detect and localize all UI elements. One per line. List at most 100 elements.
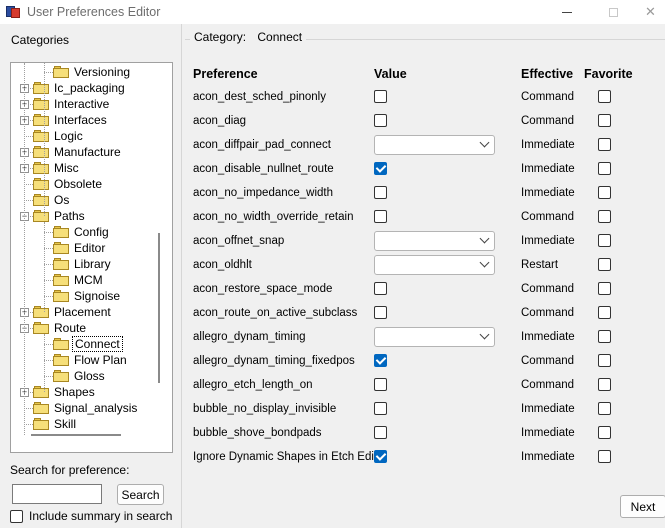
effective-value: Immediate — [521, 163, 575, 175]
tree-connector — [44, 280, 53, 281]
tree-connector — [44, 360, 53, 361]
tree-item-os[interactable]: Os — [33, 192, 71, 208]
favorite-checkbox[interactable] — [598, 306, 611, 319]
tree-connector — [44, 248, 53, 249]
tree-item-editor[interactable]: Editor — [53, 240, 107, 256]
tree-item-skill[interactable]: Skill — [33, 416, 78, 432]
effective-value: Immediate — [521, 427, 575, 439]
favorite-checkbox[interactable] — [598, 258, 611, 271]
preference-name: bubble_shove_bondpads — [193, 427, 322, 439]
tree-item-versioning[interactable]: Versioning — [53, 64, 132, 80]
preference-row: acon_dest_sched_pinonly Command — [185, 86, 665, 110]
value-checkbox[interactable] — [374, 210, 387, 223]
favorite-checkbox[interactable] — [598, 90, 611, 103]
value-checkbox[interactable] — [374, 282, 387, 295]
favorite-checkbox[interactable] — [598, 186, 611, 199]
tree-item-mcm[interactable]: MCM — [53, 272, 105, 288]
favorite-checkbox[interactable] — [598, 234, 611, 247]
favorite-checkbox[interactable] — [598, 210, 611, 223]
value-checkbox[interactable] — [374, 450, 387, 463]
favorite-checkbox[interactable] — [598, 114, 611, 127]
search-input[interactable] — [12, 484, 102, 504]
tree-item-library[interactable]: Library — [53, 256, 113, 272]
close-button[interactable]: ✕ — [636, 0, 665, 24]
tree-horizontal-scrollbar[interactable] — [31, 434, 121, 436]
favorite-checkbox[interactable] — [598, 138, 611, 151]
chevron-down-icon — [479, 329, 490, 340]
folder-icon — [33, 386, 49, 398]
chevron-down-icon — [479, 257, 490, 268]
value-checkbox[interactable] — [374, 378, 387, 391]
preference-row: bubble_shove_bondpads Immediate — [185, 422, 665, 446]
column-header-favorite: Favorite — [584, 67, 633, 81]
value-dropdown[interactable] — [374, 327, 495, 347]
tree-item-ic-packaging[interactable]: Ic_packaging — [33, 80, 127, 96]
category-tree[interactable]: Versioning Ic_packaging + Interactive + Inter… — [10, 62, 173, 453]
tree-item-paths[interactable]: Paths — [33, 208, 87, 224]
value-checkbox[interactable] — [374, 402, 387, 415]
minimize-button[interactable] — [544, 0, 590, 24]
preference-row: acon_offnet_snap Immediate — [185, 230, 665, 254]
favorite-checkbox[interactable] — [598, 162, 611, 175]
tree-item-route[interactable]: Route — [33, 320, 88, 336]
preference-row: allegro_etch_length_on Command — [185, 374, 665, 398]
tree-item-signoise[interactable]: Signoise — [53, 288, 122, 304]
tree-item-label: Misc — [54, 161, 79, 175]
tree-item-connect[interactable]: Connect — [53, 336, 123, 352]
value-dropdown[interactable] — [374, 231, 495, 251]
value-checkbox[interactable] — [374, 162, 387, 175]
effective-value: Command — [521, 379, 575, 391]
tree-item-label: Library — [74, 257, 111, 271]
preference-row: allegro_dynam_timing_fixedpos Command — [185, 350, 665, 374]
tree-item-gloss[interactable]: Gloss — [53, 368, 107, 384]
tree-item-label: Shapes — [54, 385, 95, 399]
value-checkbox[interactable] — [374, 426, 387, 439]
folder-icon — [53, 290, 69, 302]
tree-item-shapes[interactable]: Shapes — [33, 384, 97, 400]
next-button[interactable]: Next — [620, 495, 665, 518]
value-dropdown[interactable] — [374, 255, 495, 275]
tree-item-signal-analysis[interactable]: Signal_analysis — [33, 400, 139, 416]
favorite-checkbox[interactable] — [598, 282, 611, 295]
value-checkbox[interactable] — [374, 114, 387, 127]
tree-item-logic[interactable]: Logic — [33, 128, 85, 144]
include-summary-option[interactable]: Include summary in search — [10, 509, 172, 523]
search-button[interactable]: Search — [117, 484, 164, 505]
column-header-preference: Preference — [193, 67, 258, 81]
window-title: User Preferences Editor — [27, 5, 161, 19]
value-checkbox[interactable] — [374, 354, 387, 367]
tree-connector — [24, 424, 33, 425]
preference-name: allegro_dynam_timing — [193, 331, 306, 343]
folder-icon — [33, 210, 49, 222]
value-dropdown[interactable] — [374, 135, 495, 155]
favorite-checkbox[interactable] — [598, 402, 611, 415]
tree-item-label: Signoise — [74, 289, 121, 303]
tree-item-manufacture[interactable]: Manufacture — [33, 144, 123, 160]
pane-divider[interactable] — [181, 24, 182, 528]
preference-name: acon_offnet_snap — [193, 235, 285, 247]
title-bar: User Preferences Editor ✕ — [0, 0, 665, 24]
tree-item-misc[interactable]: Misc — [33, 160, 81, 176]
effective-value: Restart — [521, 259, 559, 271]
favorite-checkbox[interactable] — [598, 354, 611, 367]
tree-item-flow-plan[interactable]: Flow Plan — [53, 352, 129, 368]
include-summary-checkbox[interactable] — [10, 509, 23, 523]
favorite-checkbox[interactable] — [598, 378, 611, 391]
value-checkbox[interactable] — [374, 186, 387, 199]
favorite-checkbox[interactable] — [598, 426, 611, 439]
value-checkbox[interactable] — [374, 306, 387, 319]
favorite-checkbox[interactable] — [598, 330, 611, 343]
preference-name: allegro_dynam_timing_fixedpos — [193, 355, 355, 367]
value-checkbox[interactable] — [374, 90, 387, 103]
tree-item-config[interactable]: Config — [53, 224, 111, 240]
maximize-button[interactable] — [590, 0, 636, 24]
folder-icon — [53, 354, 69, 366]
tree-vertical-scrollbar[interactable] — [151, 63, 168, 423]
preference-row: acon_restore_space_mode Command — [185, 278, 665, 302]
favorite-checkbox[interactable] — [598, 450, 611, 463]
preference-name: acon_route_on_active_subclass — [193, 307, 358, 319]
folder-icon — [33, 162, 49, 174]
preference-row: acon_oldhlt Restart — [185, 254, 665, 278]
scrollbar-thumb[interactable] — [158, 233, 160, 383]
column-header-value: Value — [374, 67, 407, 81]
